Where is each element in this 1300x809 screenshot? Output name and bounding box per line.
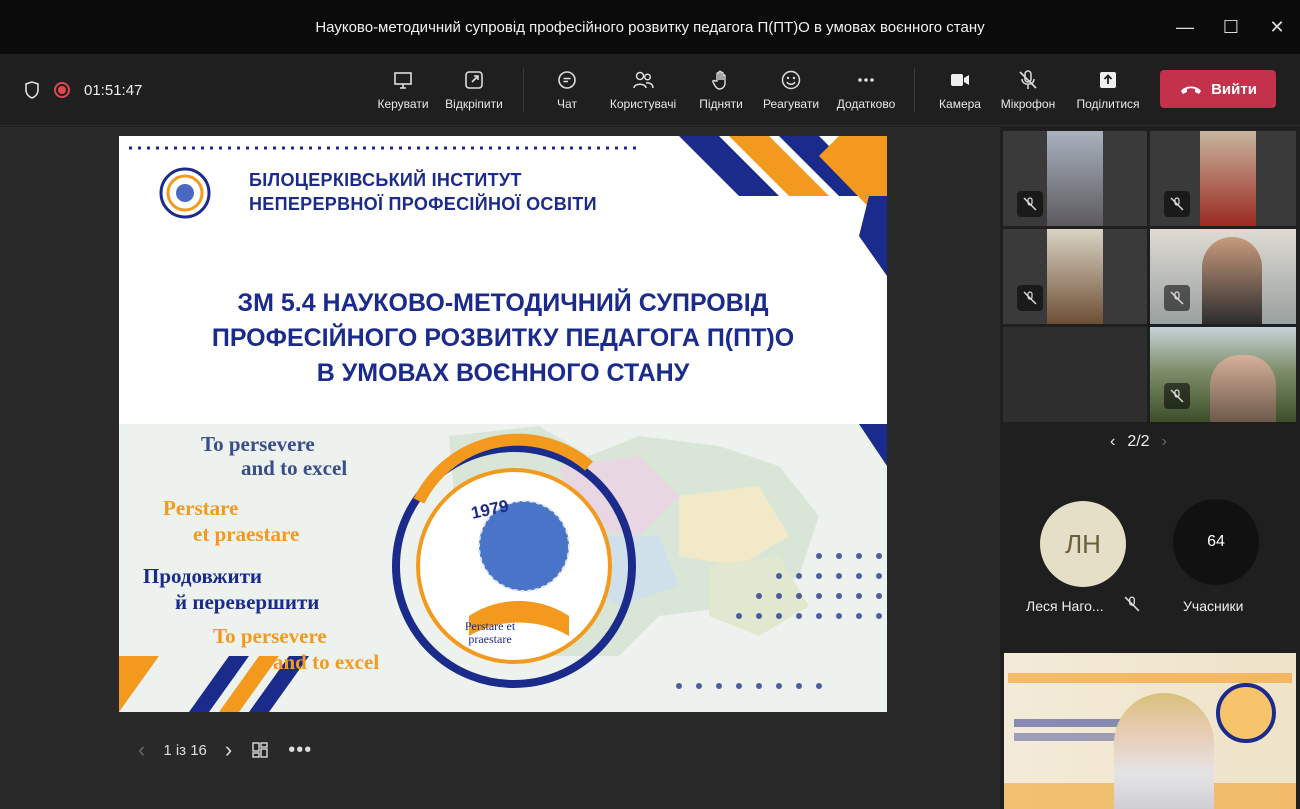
hang-up-icon (1181, 86, 1202, 94)
next-page-icon[interactable]: › (1162, 433, 1167, 451)
mic-label: Мікрофон (1000, 97, 1056, 111)
toolbar-divider (523, 68, 524, 112)
meeting-timer: 01:51:47 (84, 81, 143, 99)
camera-label: Камера (939, 97, 981, 111)
motto-en-2b: and to excel (273, 650, 380, 674)
mic-button[interactable]: Мікрофон (994, 54, 1062, 126)
logo-motto: Perstare et praestare (464, 619, 516, 646)
people-button[interactable]: Користувачі (600, 54, 686, 126)
institute-name: БІЛОЦЕРКІВСЬКИЙ ІНСТИТУТ НЕПЕРЕРВНОЇ ПРО… (249, 168, 597, 216)
institute-line-2: НЕПЕРЕРВНОЇ ПРОФЕСІЙНОЇ ОСВІТИ (249, 194, 597, 214)
meeting-status: 01:51:47 (24, 54, 142, 126)
mic-off-icon (1124, 596, 1140, 612)
recording-icon (54, 82, 70, 98)
popout-icon (465, 71, 483, 89)
raise-hand-button[interactable]: Підняти (694, 54, 748, 126)
video-tile[interactable] (1003, 131, 1147, 226)
mic-off-icon (1019, 70, 1037, 89)
shield-icon (25, 81, 39, 99)
window-title: Науково-методичний супровід професійного… (315, 18, 985, 36)
slide-heading: ЗМ 5.4 НАУКОВО-МЕТОДИЧНИЙ СУПРОВІД ПРОФЕ… (119, 286, 887, 391)
motto-ua-2: й перевершити (175, 590, 320, 614)
slide-navigation: ‹ 1 із 16 › ••• (138, 734, 312, 766)
page-indicator: 2/2 (1127, 433, 1150, 450)
participants-count-button[interactable]: 64 (1173, 499, 1259, 585)
mic-off-icon (1164, 285, 1190, 311)
mic-off-icon (1017, 191, 1043, 217)
camera-icon (951, 74, 969, 86)
video-tile[interactable] (1150, 131, 1296, 226)
screen-manage-icon (394, 72, 412, 89)
avatar-initials: ЛН (1065, 528, 1101, 559)
manage-label: Керувати (377, 97, 429, 111)
react-button[interactable]: Реагувати (758, 54, 824, 126)
maximize-icon[interactable]: ☐ (1208, 0, 1254, 54)
leave-label: Вийти (1211, 80, 1257, 98)
meeting-toolbar: 01:51:47 Керувати Відкріпити Чат Користу… (0, 54, 1300, 126)
manage-button[interactable]: Керувати (370, 54, 436, 126)
motto-ua-1: Продовжити (143, 564, 262, 588)
participant-video (1047, 131, 1103, 226)
chat-label: Чат (557, 97, 577, 111)
toolbar-divider (914, 68, 915, 112)
close-icon[interactable]: ✕ (1254, 0, 1300, 54)
title-bar: Науково-методичний супровід професійного… (0, 0, 1300, 54)
video-tile[interactable] (1150, 327, 1296, 422)
heading-line-3: В УМОВАХ ВОЄННОГО СТАНУ (316, 359, 690, 387)
raise-label: Підняти (699, 97, 743, 111)
slide-counter: 1 із 16 (163, 741, 207, 759)
mic-off-icon (1164, 191, 1190, 217)
presentation-slide: БІЛОЦЕРКІВСЬКИЙ ІНСТИТУТ НЕПЕРЕРВНОЇ ПРО… (119, 136, 887, 712)
institute-line-1: БІЛОЦЕРКІВСЬКИЙ ІНСТИТУТ (249, 170, 522, 190)
prev-page-icon[interactable]: ‹ (1110, 433, 1115, 451)
chat-button[interactable]: Чат (542, 54, 592, 126)
video-tile[interactable] (1150, 229, 1296, 324)
share-label: Поділитися (1076, 97, 1140, 111)
popout-button[interactable]: Відкріпити (438, 54, 510, 126)
motto-en-1b: and to excel (241, 456, 348, 480)
more-label: Додатково (836, 97, 896, 111)
participant-video (1210, 355, 1276, 422)
mic-off-icon (1164, 383, 1190, 409)
motto-la-2: et praestare (193, 522, 300, 546)
motto-en-2a: To persevere (213, 624, 327, 648)
more-icon (858, 78, 874, 82)
heading-line-2: ПРОФЕСІЙНОГО РОЗВИТКУ ПЕДАГОГА П(ПТ)О (211, 324, 795, 352)
video-tile[interactable] (1003, 229, 1147, 324)
next-slide-icon[interactable]: › (225, 737, 232, 763)
share-icon (1100, 72, 1116, 88)
prev-slide-icon[interactable]: ‹ (138, 737, 145, 763)
mic-off-icon (1017, 285, 1043, 311)
motto-la-1: Perstare (163, 496, 239, 520)
slide-more-icon[interactable]: ••• (288, 739, 312, 762)
motto-en-1a: To persevere (201, 432, 315, 456)
participants-label: Учасники (1183, 598, 1244, 614)
video-pager: ‹ 2/2 › (1110, 433, 1167, 451)
slide-grid-icon[interactable] (250, 740, 270, 760)
share-button[interactable]: Поділитися (1070, 54, 1146, 126)
self-video-preview (1004, 653, 1296, 809)
camera-button[interactable]: Камера (932, 54, 988, 126)
leave-button[interactable]: Вийти (1160, 70, 1276, 108)
participant-video (1202, 237, 1262, 324)
chat-icon (558, 71, 576, 89)
people-icon (633, 71, 654, 89)
minimize-icon[interactable]: — (1162, 0, 1208, 54)
avatar[interactable]: ЛН (1040, 501, 1126, 587)
hand-icon (712, 70, 726, 90)
participant-video (1047, 229, 1103, 324)
video-tile-empty (1003, 327, 1147, 422)
smiley-icon (781, 70, 801, 90)
popout-label: Відкріпити (445, 97, 503, 111)
more-button[interactable]: Додатково (830, 54, 902, 126)
window-controls: — ☐ ✕ (1162, 0, 1300, 54)
people-label: Користувачі (609, 97, 677, 111)
participants-count: 64 (1207, 533, 1225, 550)
heading-line-1: ЗМ 5.4 НАУКОВО-МЕТОДИЧНИЙ СУПРОВІД (237, 289, 769, 317)
participant-video (1200, 131, 1256, 226)
react-label: Реагувати (762, 97, 820, 111)
self-person (1114, 693, 1214, 809)
participant-name: Леся Наго... (1026, 598, 1104, 614)
